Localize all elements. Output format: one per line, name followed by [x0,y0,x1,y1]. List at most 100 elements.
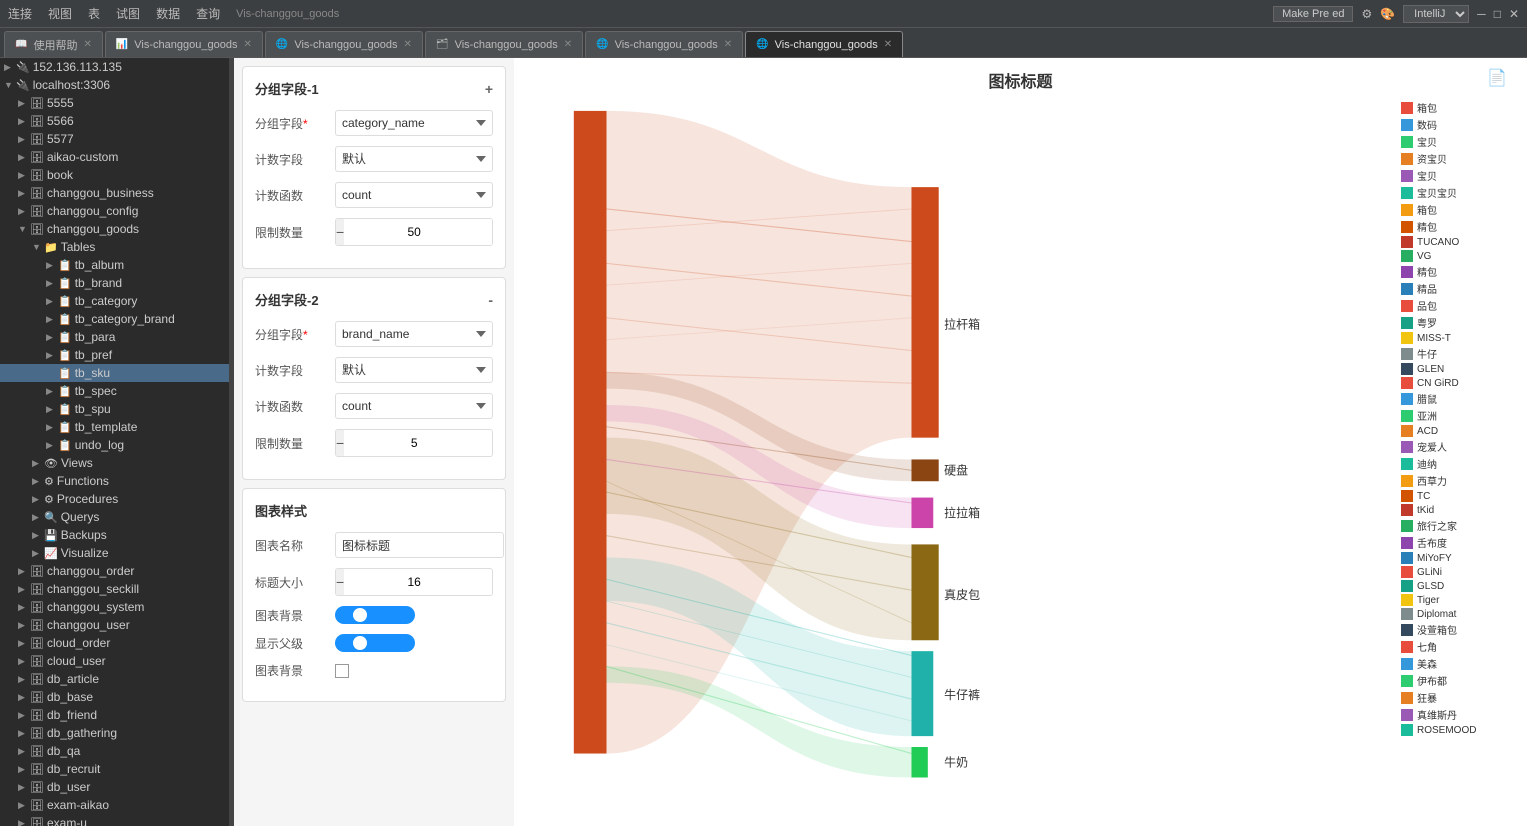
legend-item-22[interactable]: 迪纳 [1401,456,1517,471]
sidebar-item-35[interactable]: ▶ 🗄 db_base [0,688,229,706]
legend-item-32[interactable]: Diplomat [1401,608,1517,620]
tab-1[interactable]: 📊 Vis-changgou_goods ✕ [105,31,263,57]
sidebar-item-18[interactable]: ▶ 📋 tb_spec [0,382,229,400]
legend-item-33[interactable]: 没萱箱包 [1401,622,1517,637]
section2-remove-btn[interactable]: - [488,292,493,308]
legend-item-11[interactable]: 精品 [1401,281,1517,296]
legend-item-3[interactable]: 资宝贝 [1401,151,1517,166]
legend-item-13[interactable]: 粤罗 [1401,315,1517,330]
sidebar-item-0[interactable]: ▶ 🔌 152.136.113.135 [0,58,229,76]
legend-item-39[interactable]: ROSEMOOD [1401,724,1517,736]
legend-item-29[interactable]: GLiNi [1401,566,1517,578]
sidebar-item-21[interactable]: ▶ 📋 undo_log [0,436,229,454]
section1-countfield-select[interactable]: 默认 [335,146,493,172]
legend-item-21[interactable]: 宠爱人 [1401,439,1517,454]
sidebar-item-3[interactable]: ▶ 🗄 5566 [0,112,229,130]
close-icon[interactable]: ✕ [1509,7,1519,21]
legend-item-37[interactable]: 狂暴 [1401,690,1517,705]
legend-item-28[interactable]: MiYoFY [1401,552,1517,564]
maximize-icon[interactable]: □ [1494,7,1501,21]
sidebar-item-14[interactable]: ▶ 📋 tb_category_brand [0,310,229,328]
tab-0-close[interactable]: ✕ [83,39,91,50]
sidebar-item-29[interactable]: ▶ 🗄 changgou_seckill [0,580,229,598]
theme-icon[interactable]: 🎨 [1380,7,1395,21]
legend-item-19[interactable]: 亚洲 [1401,408,1517,423]
legend-item-23[interactable]: 西草力 [1401,473,1517,488]
menu-table[interactable]: 表 [88,5,100,22]
sidebar-item-12[interactable]: ▶ 📋 tb_brand [0,274,229,292]
sidebar-item-1[interactable]: ▼ 🔌 localhost:3306 [0,76,229,94]
sidebar-item-40[interactable]: ▶ 🗄 db_user [0,778,229,796]
menu-connect[interactable]: 连接 [8,5,32,22]
section1-add-btn[interactable]: + [485,81,493,97]
section2-limit-input[interactable] [344,430,493,456]
menu-data[interactable]: 数据 [156,5,180,22]
sidebar-item-6[interactable]: ▶ 🗄 book [0,166,229,184]
legend-item-25[interactable]: tKid [1401,504,1517,516]
chart-bg-checkbox[interactable] [335,664,349,678]
tab-4-close[interactable]: ✕ [724,39,732,50]
menu-trial[interactable]: 试图 [116,5,140,22]
legend-item-38[interactable]: 真维斯丹 [1401,707,1517,722]
tab-5[interactable]: 🌐 Vis-changgou_goods ✕ [745,31,903,57]
sidebar-item-30[interactable]: ▶ 🗄 changgou_system [0,598,229,616]
tab-2[interactable]: 🌐 Vis-changgou_goods ✕ [265,31,423,57]
sidebar-item-10[interactable]: ▼ 📁 Tables [0,238,229,256]
legend-item-26[interactable]: 旅行之家 [1401,518,1517,533]
sidebar-item-13[interactable]: ▶ 📋 tb_category [0,292,229,310]
sidebar-item-5[interactable]: ▶ 🗄 aikao-custom [0,148,229,166]
legend-item-14[interactable]: MISS-T [1401,332,1517,344]
sidebar-item-24[interactable]: ▶ ⚙ Procedures [0,490,229,508]
sidebar-item-32[interactable]: ▶ 🗄 cloud_order [0,634,229,652]
show-parent-toggle[interactable] [335,634,415,652]
sidebar-item-36[interactable]: ▶ 🗄 db_friend [0,706,229,724]
make-pre-btn[interactable]: Make Pre ed [1273,6,1353,22]
sidebar-item-23[interactable]: ▶ ⚙ Functions [0,472,229,490]
sidebar-item-4[interactable]: ▶ 🗄 5577 [0,130,229,148]
intellij-select[interactable]: IntelliJ [1403,5,1469,23]
legend-item-6[interactable]: 箱包 [1401,202,1517,217]
legend-item-36[interactable]: 伊布都 [1401,673,1517,688]
sidebar-item-41[interactable]: ▶ 🗄 exam-aikao [0,796,229,814]
legend-item-16[interactable]: GLEN [1401,363,1517,375]
tab-0[interactable]: 📖 使用帮助 ✕ [4,31,103,57]
sidebar-item-26[interactable]: ▶ 💾 Backups [0,526,229,544]
sidebar-item-15[interactable]: ▶ 📋 tb_para [0,328,229,346]
legend-item-0[interactable]: 箱包 [1401,100,1517,115]
sidebar-item-37[interactable]: ▶ 🗄 db_gathering [0,724,229,742]
menu-view[interactable]: 视图 [48,5,72,22]
title-size-dec[interactable]: − [336,569,344,595]
legend-item-2[interactable]: 宝贝 [1401,134,1517,149]
tab-1-close[interactable]: ✕ [243,39,251,50]
sidebar-item-8[interactable]: ▶ 🗄 changgou_config [0,202,229,220]
sidebar-item-11[interactable]: ▶ 📋 tb_album [0,256,229,274]
chart-bg-toggle[interactable] [335,606,415,624]
legend-item-9[interactable]: VG [1401,250,1517,262]
tab-5-close[interactable]: ✕ [884,39,892,50]
section2-countfield-select[interactable]: 默认 [335,357,493,383]
section2-countfunc-select[interactable]: count [335,393,493,419]
legend-item-15[interactable]: 牛仔 [1401,346,1517,361]
menu-query[interactable]: 查询 [196,5,220,22]
sidebar-item-9[interactable]: ▼ 🗄 changgou_goods [0,220,229,238]
legend-item-27[interactable]: 舌布度 [1401,535,1517,550]
sidebar-item-42[interactable]: ▶ 🗄 exam-u [0,814,229,826]
sidebar-item-28[interactable]: ▶ 🗄 changgou_order [0,562,229,580]
sidebar-item-20[interactable]: ▶ 📋 tb_template [0,418,229,436]
section2-limit-dec[interactable]: − [336,430,344,456]
section1-limit-dec[interactable]: − [336,219,344,245]
legend-item-18[interactable]: 腊鼠 [1401,391,1517,406]
section2-groupby-select[interactable]: brand_name [335,321,493,347]
minimize-icon[interactable]: ─ [1477,7,1486,21]
legend-item-5[interactable]: 宝贝宝贝 [1401,185,1517,200]
tab-2-close[interactable]: ✕ [403,39,411,50]
sidebar-item-27[interactable]: ▶ 📈 Visualize [0,544,229,562]
title-size-input[interactable] [344,569,493,595]
section1-groupby-select[interactable]: category_name [335,110,493,136]
legend-item-31[interactable]: Tiger [1401,594,1517,606]
legend-item-12[interactable]: 品包 [1401,298,1517,313]
legend-item-24[interactable]: TC [1401,490,1517,502]
legend-item-1[interactable]: 数码 [1401,117,1517,132]
chart-name-input[interactable] [335,532,504,558]
legend-item-7[interactable]: 精包 [1401,219,1517,234]
